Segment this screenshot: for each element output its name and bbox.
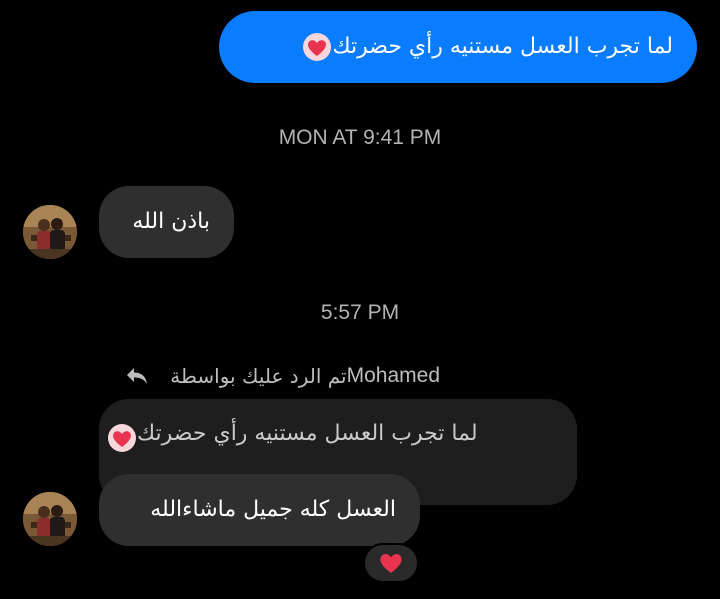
reply-header-text: تم الرد عليك بواسطة (170, 364, 347, 388)
incoming-message-text: باذن الله (132, 209, 210, 234)
incoming-message-text: العسل كله جميل ماشاءالله (150, 497, 396, 522)
reply-arrow-icon (124, 365, 150, 387)
contact-avatar[interactable] (23, 492, 77, 546)
heart-reaction-icon[interactable] (363, 543, 419, 583)
timestamp-divider: MON AT 9:41 PM (278, 126, 442, 149)
incoming-message-bubble[interactable]: باذن الله (99, 186, 234, 258)
quoted-message-text: لما تجرب العسل مستنيه رأي حضرتك (137, 421, 478, 446)
contact-avatar[interactable] (23, 205, 77, 259)
heart-emoji-icon (107, 423, 137, 453)
outgoing-message-text: لما تجرب العسل مستنيه رأي حضرتك (332, 34, 673, 59)
heart-emoji-icon (302, 32, 332, 62)
incoming-message-bubble[interactable]: العسل كله جميل ماشاءالله (99, 474, 420, 546)
timestamp-divider: 5:57 PM (320, 301, 400, 324)
outgoing-message-bubble[interactable]: لما تجرب العسل مستنيه رأي حضرتك (219, 11, 697, 83)
reply-header: تم الرد عليك بواسطة Mohamed (120, 362, 440, 390)
reply-sender-name: Mohamed (346, 364, 440, 387)
